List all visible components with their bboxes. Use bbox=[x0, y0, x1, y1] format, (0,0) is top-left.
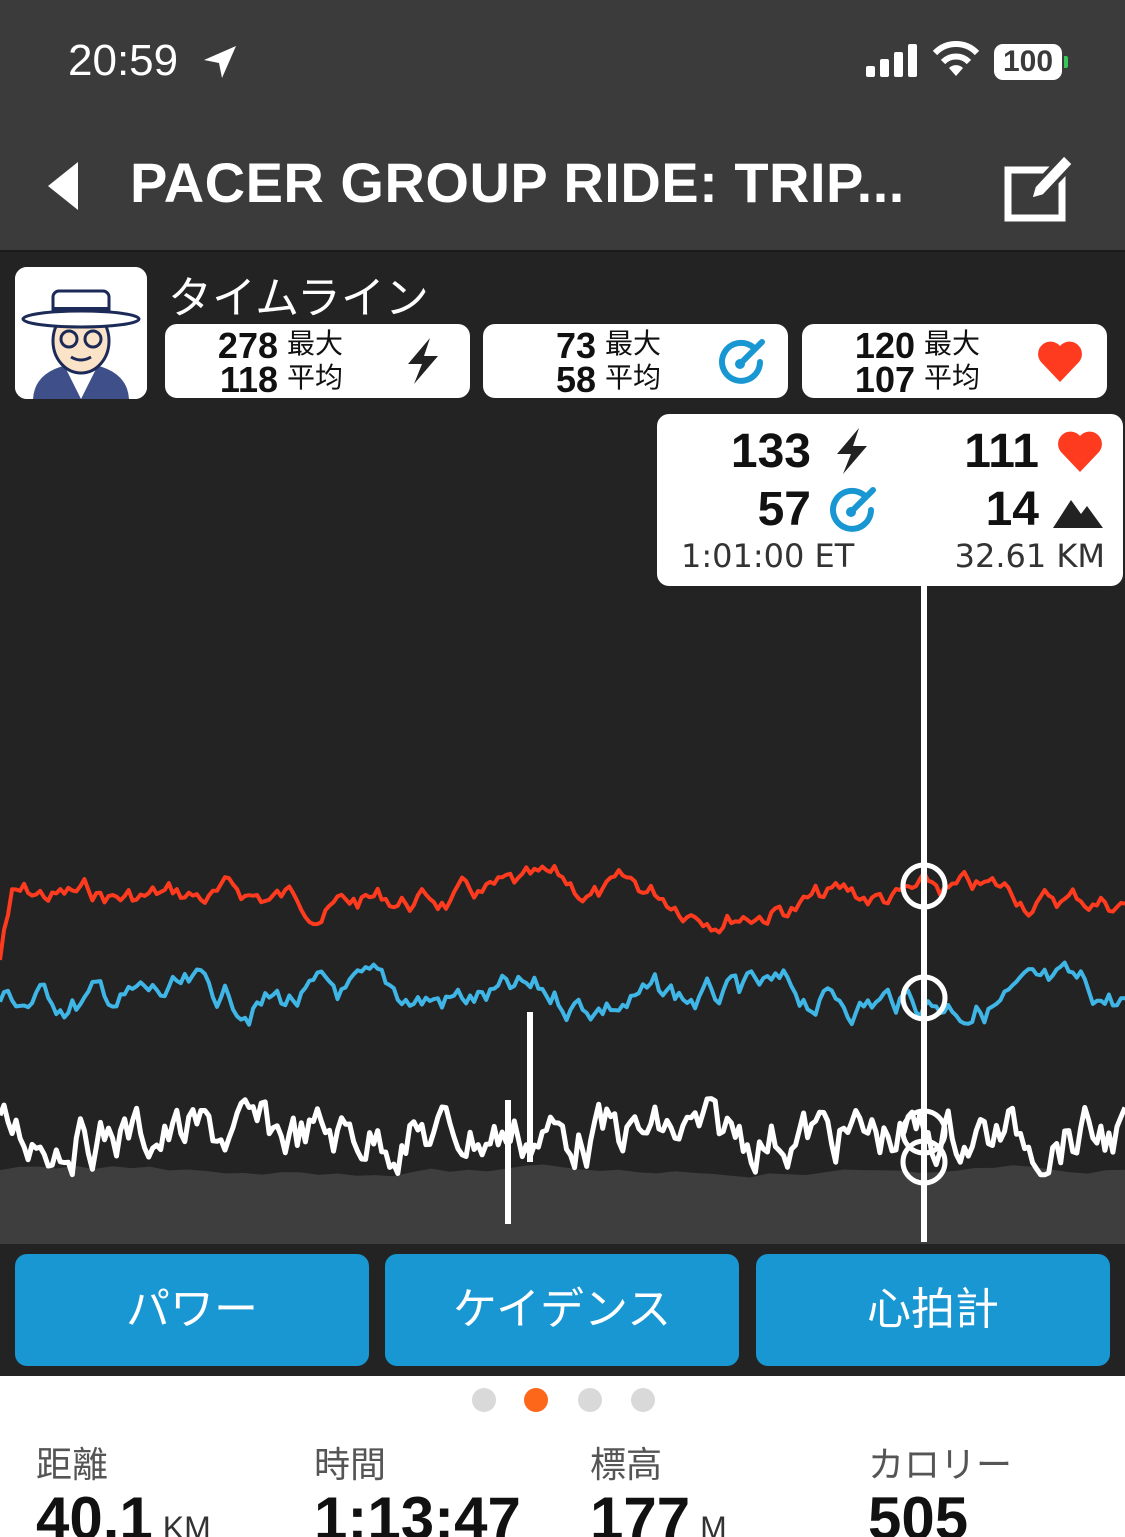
back-button[interactable] bbox=[40, 158, 90, 214]
power-spike-down bbox=[505, 1100, 511, 1224]
heart-icon bbox=[1038, 341, 1082, 382]
avatar[interactable] bbox=[15, 267, 147, 399]
page-dot-3[interactable] bbox=[578, 1388, 602, 1412]
power-spike-up bbox=[527, 1012, 533, 1162]
timeline-cursor[interactable] bbox=[921, 580, 927, 1242]
cadence-stat-card: 73 最大 58 平均 bbox=[483, 324, 788, 398]
heart-icon bbox=[1058, 431, 1102, 472]
elevation-unit: M bbox=[700, 1510, 727, 1537]
lightning-icon bbox=[408, 338, 438, 384]
page-dot-4[interactable] bbox=[631, 1388, 655, 1412]
power-avg-label: 平均 bbox=[287, 361, 344, 394]
page-title: PACER GROUP RIDE: TRIP... bbox=[130, 151, 905, 214]
status-bar: 20:59 100 bbox=[0, 0, 1125, 120]
tooltip-distance: 32.61 KM bbox=[954, 537, 1105, 575]
location-arrow-icon bbox=[204, 46, 236, 78]
page-dot-2[interactable] bbox=[524, 1388, 548, 1412]
elevation-value: 177 M bbox=[590, 1484, 727, 1537]
distance-unit: KM bbox=[162, 1510, 211, 1537]
elevation-number: 177 bbox=[590, 1485, 691, 1537]
time-label: 時間 bbox=[314, 1445, 387, 1486]
cadence-gauge-icon bbox=[719, 339, 765, 384]
cadence-max-label: 最大 bbox=[605, 327, 662, 360]
heart-rate-avg-value: 107 bbox=[854, 359, 915, 400]
lightning-icon bbox=[837, 428, 867, 474]
time-value: 1:13:47 bbox=[314, 1484, 521, 1537]
heart-rate-stat-card: 120 最大 107 平均 bbox=[802, 324, 1107, 398]
power-avg-value: 118 bbox=[219, 359, 278, 400]
tab-power[interactable]: パワー bbox=[15, 1254, 369, 1366]
tooltip-elapsed-time: 1:01:00 ET bbox=[681, 537, 855, 575]
timeline-label: タイムライン bbox=[168, 273, 429, 324]
signal-icon bbox=[866, 44, 917, 77]
heart-rate-max-label: 最大 bbox=[924, 327, 981, 360]
power-max-label: 最大 bbox=[287, 327, 344, 360]
battery-cap bbox=[1064, 56, 1068, 68]
cadence-gauge-icon bbox=[830, 487, 876, 532]
wifi-icon bbox=[932, 41, 980, 76]
tab-heart-rate[interactable]: 心拍計 bbox=[756, 1254, 1110, 1366]
calories-number: 505 bbox=[868, 1485, 969, 1537]
calories-value: 505 bbox=[868, 1484, 968, 1537]
tab-cadence[interactable]: ケイデンス bbox=[385, 1254, 739, 1366]
cursor-tooltip: 133 111 57 14 1:01:00 ET 32.61 KM bbox=[657, 414, 1123, 586]
heart-rate-avg-label: 平均 bbox=[924, 361, 981, 394]
distance-number: 40.1 bbox=[36, 1485, 153, 1537]
battery-indicator: 100 bbox=[994, 44, 1062, 80]
distance-label: 距離 bbox=[36, 1445, 109, 1486]
power-stat-card: 278 最大 118 平均 bbox=[165, 324, 470, 398]
elevation-area bbox=[0, 1164, 1125, 1244]
cadence-avg-value: 58 bbox=[555, 359, 596, 400]
time-number: 1:13:47 bbox=[314, 1485, 521, 1537]
header-bar: PACER GROUP RIDE: TRIP... bbox=[0, 120, 1125, 252]
calories-label: カロリー bbox=[868, 1445, 1013, 1486]
tooltip-cadence-value: 57 bbox=[757, 483, 811, 536]
cadence-series bbox=[0, 960, 1125, 1027]
status-time: 20:59 bbox=[68, 36, 179, 85]
distance-value: 40.1 KM bbox=[36, 1484, 211, 1537]
cadence-avg-label: 平均 bbox=[605, 361, 662, 394]
tooltip-elevation-value: 14 bbox=[985, 483, 1039, 536]
edit-button[interactable] bbox=[1000, 146, 1080, 226]
heart-rate-series bbox=[0, 864, 1125, 961]
mountain-icon bbox=[1053, 500, 1103, 528]
tooltip-heart-rate-value: 111 bbox=[964, 425, 1039, 478]
power-series bbox=[0, 1096, 1125, 1178]
tooltip-power-value: 133 bbox=[730, 425, 811, 478]
page-dot-1[interactable] bbox=[472, 1388, 496, 1412]
avatar-illustration bbox=[15, 267, 147, 399]
elevation-label: 標高 bbox=[590, 1445, 663, 1486]
